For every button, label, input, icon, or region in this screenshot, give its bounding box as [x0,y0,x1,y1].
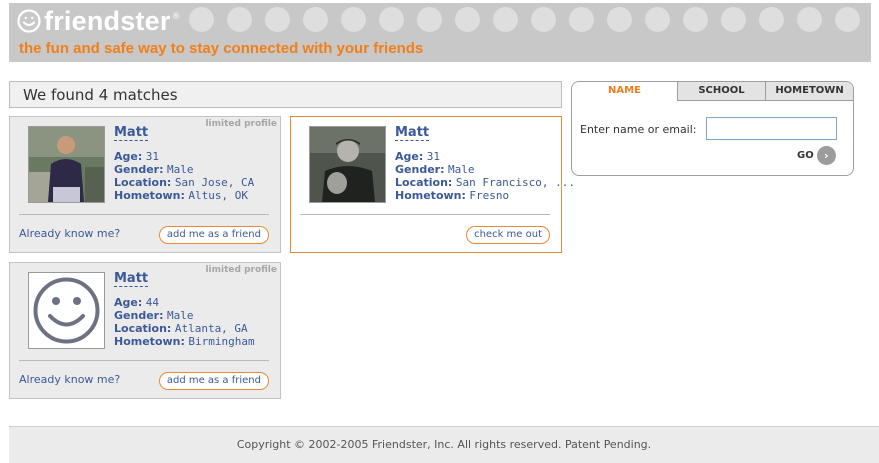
gender-label: Gender: [114,309,164,322]
copyright-text: Copyright © 2002-2005 Friendster, Inc. A… [236,438,652,451]
profile-info: Age: 44 Gender: Male Location: Atlanta, … [114,296,255,348]
profile-photo[interactable] [28,272,105,349]
header-dot [759,7,784,32]
hometown-label: Hometown: [114,189,185,202]
results-header: We found 4 matches [9,81,562,108]
profile-photo[interactable] [309,126,386,203]
hometown-value: Birmingham [188,335,255,348]
header-dot [455,7,480,32]
default-smiley-avatar-icon [33,277,100,344]
profile-photo[interactable] [28,126,105,203]
profile-name-link[interactable]: Matt [114,271,149,287]
hometown-label: Hometown: [395,189,466,202]
header-dot [341,7,366,32]
gender-value: Male [166,309,194,322]
header-dot [607,7,632,32]
header-dot [835,7,860,32]
header-dot [265,7,290,32]
divider [19,360,269,361]
location-value: San Francisco, ... [455,176,576,189]
arrow-right-icon: › [816,146,836,165]
search-field-label: Enter name or email: [580,123,697,136]
go-label: GO [797,150,814,161]
logo-wordmark: friendster [44,6,171,36]
age-value: 31 [145,150,159,163]
tagline: the fun and safe way to stay connected w… [19,40,424,57]
location-value: San Jose, CA [174,176,255,189]
profile-card: limited profile Matt Age: 44 Gender: Mal… [9,262,281,399]
header-dot [721,7,746,32]
divider [19,214,269,215]
profile-card: Matt Age: 31 Gender: Male Location: San … [290,116,575,253]
already-know-me-prompt: Already know me? [19,373,121,386]
tab-name[interactable]: NAME [572,82,677,101]
search-input[interactable] [706,117,837,140]
header-dot [189,7,214,32]
results-title: We found 4 matches [23,86,178,104]
tab-school[interactable]: SCHOOL [677,82,765,101]
location-label: Location: [114,322,172,335]
search-panel: NAME SCHOOL HOMETOWN Enter name or email… [571,81,854,176]
header-dot [227,7,252,32]
header-dot [531,7,556,32]
check-me-out-button[interactable]: check me out [466,226,550,244]
person-photo-icon [29,127,104,202]
location-label: Location: [395,176,453,189]
profile-name-link[interactable]: Matt [114,125,149,141]
profile-info: Age: 31 Gender: Male Location: San Jose,… [114,150,254,202]
header-dot [417,7,442,32]
hometown-label: Hometown: [114,335,185,348]
go-button[interactable]: GO › [797,146,836,165]
header-dot [493,7,518,32]
age-label: Age: [395,150,424,163]
age-value: 44 [145,296,159,309]
registered-mark: ® [171,12,181,22]
profile-card: limited profile Matt Age: 31 Gender: Mal… [9,116,281,253]
profile-name-link[interactable]: Matt [395,125,430,141]
person-photo-icon [310,127,385,202]
age-label: Age: [114,150,143,163]
tab-hometown[interactable]: HOMETOWN [765,82,853,101]
header-dot [303,7,328,32]
header-dot [797,7,822,32]
location-value: Atlanta, GA [174,322,248,335]
already-know-me-prompt: Already know me? [19,227,121,240]
gender-value: Male [166,163,194,176]
limited-profile-badge: limited profile [205,119,277,129]
search-tabs: NAME SCHOOL HOMETOWN [572,82,853,101]
profile-info: Age: 31 Gender: Male Location: San Franc… [395,150,575,202]
gender-label: Gender: [114,163,164,176]
header-dot [379,7,404,32]
age-value: 31 [426,150,440,163]
site-header: friendster ® the fun and safe way to sta… [9,3,871,62]
hometown-value: Altus, OK [188,189,249,202]
header-dot [683,7,708,32]
gender-label: Gender: [395,163,445,176]
add-friend-button[interactable]: add me as a friend [158,226,269,244]
divider [300,214,550,215]
friendster-logo[interactable]: friendster ® [17,6,181,36]
header-dot [569,7,594,32]
location-label: Location: [114,176,172,189]
site-footer: Copyright © 2002-2005 Friendster, Inc. A… [9,426,879,463]
header-dot [645,7,670,32]
limited-profile-badge: limited profile [205,265,277,275]
age-label: Age: [114,296,143,309]
gender-value: Male [447,163,475,176]
add-friend-button[interactable]: add me as a friend [158,372,269,390]
smiley-logo-icon [17,9,41,33]
hometown-value: Fresno [469,189,510,202]
